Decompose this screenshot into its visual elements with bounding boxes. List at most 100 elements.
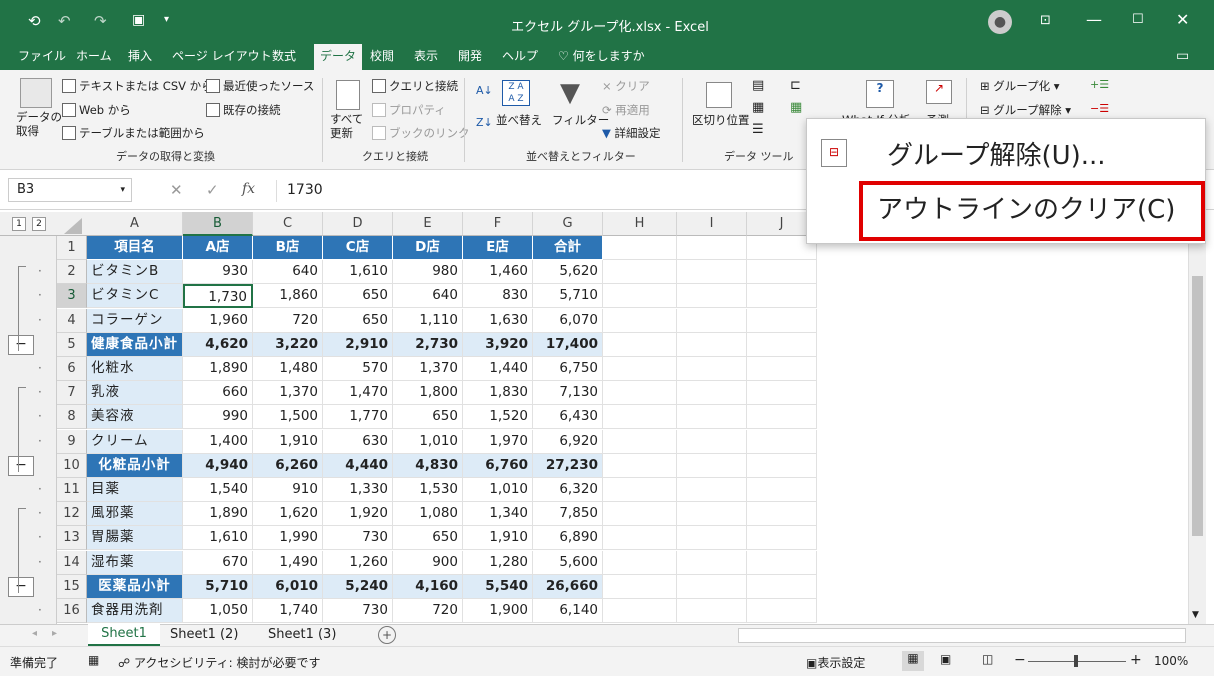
- table-header-cell[interactable]: C店: [323, 236, 393, 260]
- value-cell[interactable]: 1,050: [183, 599, 253, 623]
- empty-cell[interactable]: [677, 599, 747, 623]
- value-cell[interactable]: 6,760: [463, 453, 533, 478]
- normal-view-icon[interactable]: ▦: [902, 651, 924, 671]
- empty-cell[interactable]: [603, 502, 677, 527]
- show-detail-icon[interactable]: +☰: [1090, 78, 1109, 91]
- macro-record-icon[interactable]: ▦: [88, 653, 99, 667]
- tab-help[interactable]: ヘルプ: [496, 44, 544, 70]
- autosave-icon[interactable]: ⟲: [28, 12, 41, 30]
- value-cell[interactable]: 830: [463, 284, 533, 309]
- value-cell[interactable]: 5,540: [463, 574, 533, 599]
- get-data-button[interactable]: データの 取得: [16, 110, 62, 138]
- tab-view[interactable]: 表示: [408, 44, 444, 70]
- tell-me-search[interactable]: ♡ 何をしますか: [552, 44, 651, 70]
- value-cell[interactable]: 1,520: [463, 405, 533, 430]
- value-cell[interactable]: 630: [323, 429, 393, 454]
- value-cell[interactable]: 5,600: [533, 550, 603, 575]
- value-cell[interactable]: 730: [323, 526, 393, 551]
- value-cell[interactable]: 27,230: [533, 453, 603, 478]
- properties-button[interactable]: プロパティ: [372, 102, 446, 118]
- row-label-cell[interactable]: 湿布薬: [87, 550, 183, 575]
- vertical-scrollbar[interactable]: ▼: [1188, 236, 1206, 624]
- account-icon[interactable]: ●: [988, 10, 1012, 34]
- empty-cell[interactable]: [677, 236, 747, 260]
- column-header-e[interactable]: E: [393, 212, 463, 236]
- value-cell[interactable]: 1,860: [253, 284, 323, 309]
- value-cell[interactable]: 1,990: [253, 526, 323, 551]
- row-label-cell[interactable]: コラーゲン: [87, 308, 183, 333]
- empty-cell[interactable]: [603, 550, 677, 575]
- value-cell[interactable]: 1,530: [393, 478, 463, 502]
- accessibility-status[interactable]: ☍ アクセシビリティ: 検討が必要です: [118, 654, 321, 671]
- empty-cell[interactable]: [677, 574, 747, 599]
- value-cell[interactable]: 4,440: [323, 453, 393, 478]
- column-header-g[interactable]: G: [533, 212, 603, 236]
- empty-cell[interactable]: [747, 429, 817, 454]
- close-icon[interactable]: ✕: [1176, 10, 1189, 29]
- value-cell[interactable]: 900: [393, 550, 463, 575]
- empty-cell[interactable]: [747, 381, 817, 406]
- name-box[interactable]: B3 ▾: [8, 178, 132, 202]
- value-cell[interactable]: 4,160: [393, 574, 463, 599]
- empty-cell[interactable]: [677, 260, 747, 285]
- name-box-dropdown-icon[interactable]: ▾: [120, 179, 125, 201]
- value-cell[interactable]: 640: [393, 284, 463, 309]
- row-header-12[interactable]: 12: [57, 502, 87, 527]
- empty-cell[interactable]: [677, 502, 747, 527]
- tab-developer[interactable]: 開発: [452, 44, 488, 70]
- value-cell[interactable]: 1,910: [463, 526, 533, 551]
- row-label-cell[interactable]: 医薬品小計: [87, 574, 183, 599]
- value-cell[interactable]: 1,830: [463, 381, 533, 406]
- value-cell[interactable]: 1,970: [463, 429, 533, 454]
- value-cell[interactable]: 720: [253, 308, 323, 333]
- value-cell[interactable]: 1,540: [183, 478, 253, 502]
- horizontal-scrollbar[interactable]: [738, 628, 1186, 643]
- empty-cell[interactable]: [747, 478, 817, 502]
- filter-button[interactable]: フィルター: [552, 112, 609, 128]
- column-header-f[interactable]: F: [463, 212, 533, 236]
- row-header-9[interactable]: 9: [57, 429, 87, 454]
- value-cell[interactable]: 1,340: [463, 502, 533, 527]
- empty-cell[interactable]: [677, 405, 747, 430]
- value-cell[interactable]: 6,890: [533, 526, 603, 551]
- value-cell[interactable]: 5,710: [533, 284, 603, 309]
- value-cell[interactable]: 1,110: [393, 308, 463, 333]
- tab-file[interactable]: ファイル: [12, 44, 72, 70]
- value-cell[interactable]: 1,470: [323, 381, 393, 406]
- tab-review[interactable]: 校閲: [364, 44, 400, 70]
- empty-cell[interactable]: [677, 357, 747, 381]
- table-header-cell[interactable]: D店: [393, 236, 463, 260]
- consolidate-icon[interactable]: ⊏: [790, 78, 801, 93]
- sheet-tab-active[interactable]: Sheet1: [88, 624, 160, 646]
- empty-cell[interactable]: [677, 381, 747, 406]
- value-cell[interactable]: 6,010: [253, 574, 323, 599]
- empty-cell[interactable]: [677, 332, 747, 357]
- sort-az-icon[interactable]: A↓: [476, 84, 493, 97]
- row-header-3[interactable]: 3: [57, 284, 87, 309]
- value-cell[interactable]: 980: [393, 260, 463, 285]
- empty-cell[interactable]: [747, 332, 817, 357]
- row-label-cell[interactable]: 目薬: [87, 478, 183, 502]
- scroll-thumb[interactable]: [1192, 276, 1203, 536]
- empty-cell[interactable]: [603, 381, 677, 406]
- row-header-15[interactable]: 15: [57, 574, 87, 599]
- row-label-cell[interactable]: 美容液: [87, 405, 183, 430]
- value-cell[interactable]: 1,890: [183, 502, 253, 527]
- value-cell[interactable]: 720: [393, 599, 463, 623]
- tab-data[interactable]: データ: [314, 44, 363, 70]
- add-sheet-icon[interactable]: +: [378, 626, 396, 644]
- empty-cell[interactable]: [747, 308, 817, 333]
- row-label-cell[interactable]: 化粧水: [87, 357, 183, 381]
- maximize-icon[interactable]: ☐: [1132, 12, 1144, 27]
- insert-function-icon[interactable]: fx: [242, 181, 255, 197]
- text-csv-button[interactable]: テキストまたは CSV から: [62, 78, 213, 94]
- empty-cell[interactable]: [603, 332, 677, 357]
- scroll-down-icon[interactable]: ▼: [1192, 610, 1199, 620]
- value-cell[interactable]: 6,070: [533, 308, 603, 333]
- zoom-level[interactable]: 100%: [1154, 654, 1188, 668]
- row-label-cell[interactable]: クリーム: [87, 429, 183, 454]
- empty-cell[interactable]: [747, 502, 817, 527]
- empty-cell[interactable]: [747, 599, 817, 623]
- value-cell[interactable]: 1,500: [253, 405, 323, 430]
- value-cell[interactable]: 6,430: [533, 405, 603, 430]
